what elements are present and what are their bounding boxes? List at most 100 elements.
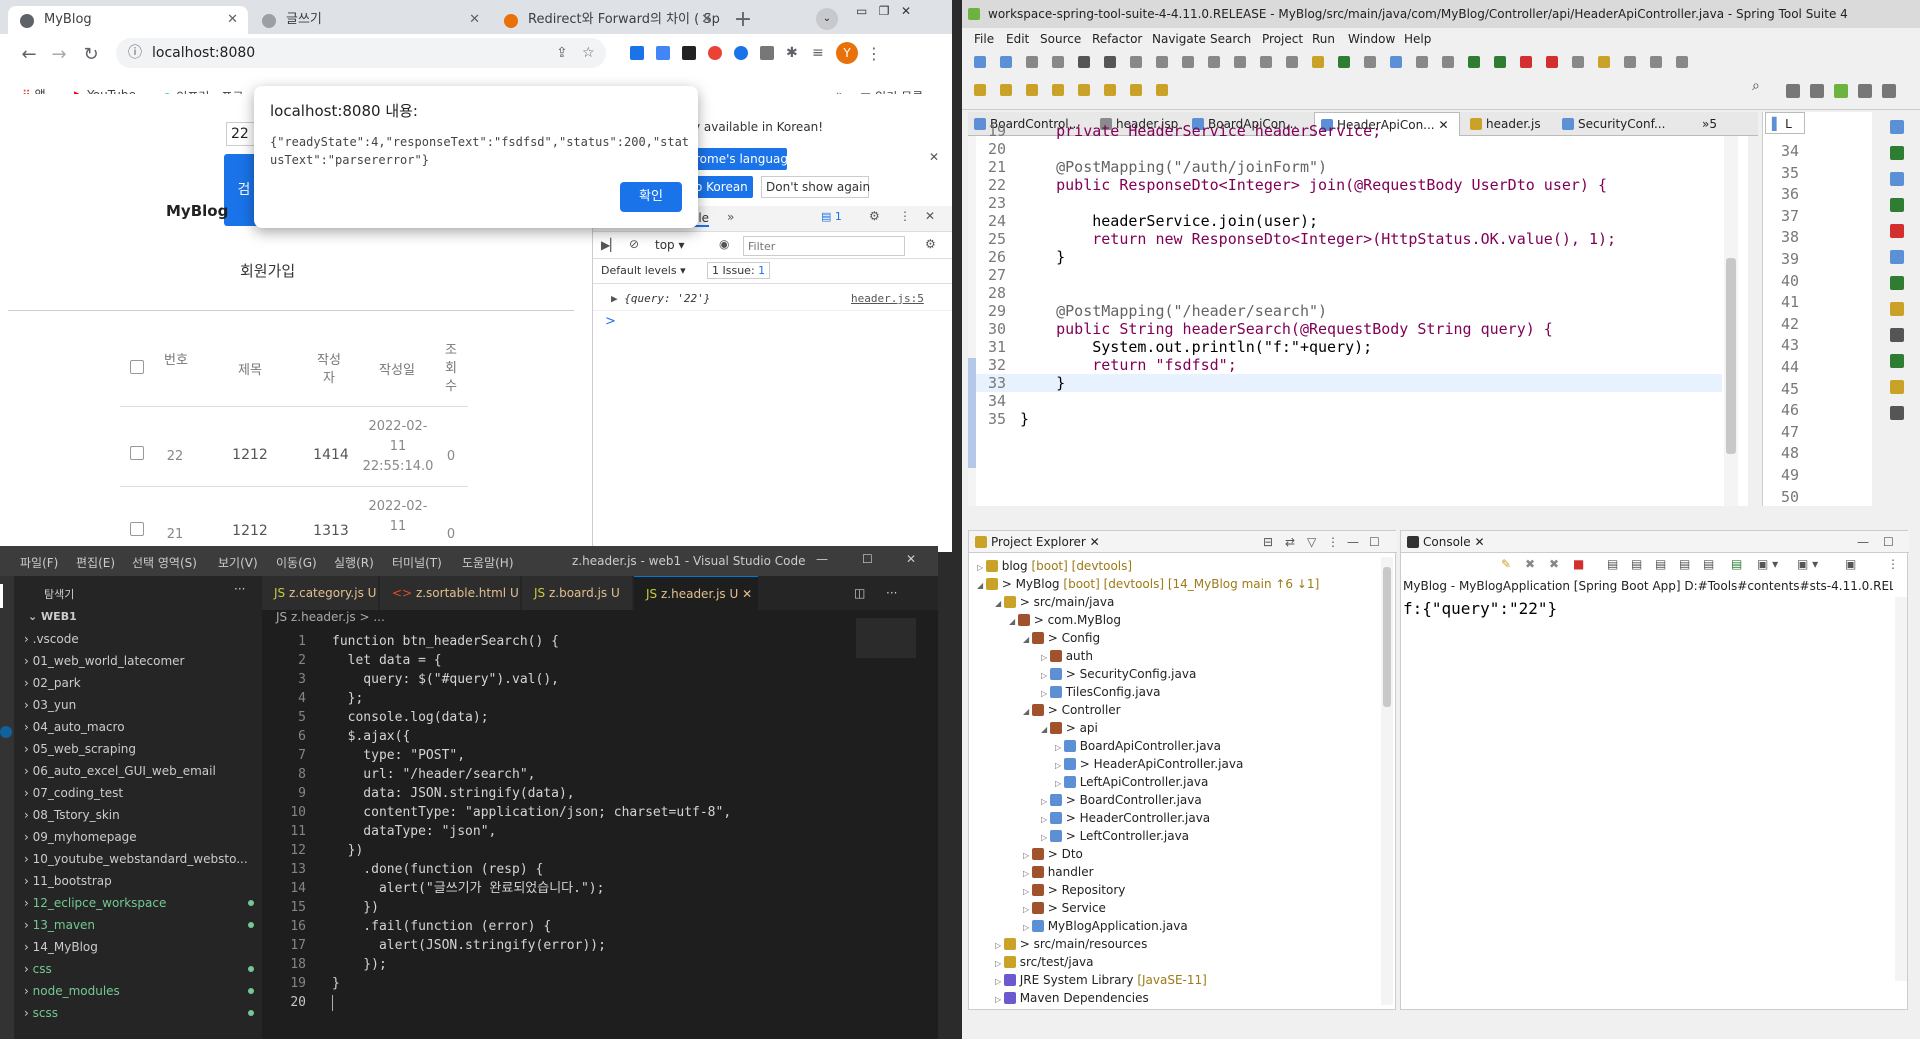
vertical-scrollbar[interactable]	[1724, 136, 1738, 506]
explorer-folder[interactable]: › scss	[24, 1002, 254, 1024]
tree-twisty-icon[interactable]: ▷	[995, 995, 1004, 1004]
code-line[interactable]: type: "POST",	[332, 746, 465, 765]
link-editor-icon[interactable]: ⇄	[1285, 531, 1295, 553]
toolbar-button-icon[interactable]	[1026, 56, 1038, 68]
kebab-menu-icon[interactable]: ⋮	[899, 209, 911, 223]
extension-badge-icon[interactable]	[0, 726, 12, 738]
tree-item[interactable]: ▷ BoardApiController.java	[1055, 737, 1221, 755]
code-line[interactable]: @PostMapping("/header/search")	[1020, 302, 1327, 320]
tree-twisty-icon[interactable]: ▷	[1023, 869, 1032, 878]
tree-twisty-icon[interactable]: ▷	[1041, 689, 1050, 698]
code-line[interactable]: })	[332, 841, 364, 860]
tree-item[interactable]: ▷ src/test/java	[995, 953, 1094, 971]
close-tab-icon[interactable]: ✕	[701, 6, 712, 34]
scrollbar-thumb[interactable]	[1383, 567, 1391, 707]
issues-badge[interactable]: ▤ 1	[821, 210, 842, 223]
puzzle-icon[interactable]: ✱	[786, 46, 800, 60]
explorer-folder[interactable]: › 11_bootstrap	[24, 870, 112, 892]
console-log-entry[interactable]: ▶ {query: '22'}	[611, 292, 710, 305]
toolbar-button-icon[interactable]	[1624, 56, 1636, 68]
tree-twisty-icon[interactable]: ▷	[995, 959, 1004, 968]
tree-item[interactable]: ◢ > src/main/java	[995, 593, 1114, 611]
toolbar-button-icon[interactable]	[1650, 56, 1662, 68]
code-line[interactable]: };	[332, 689, 364, 708]
code-editor[interactable]: JS z.header.js > ... 1 function btn_heade…	[262, 610, 938, 1039]
tree-item[interactable]: ▷ > SecurityConfig.java	[1041, 665, 1196, 683]
toolbar-button-icon[interactable]	[1494, 56, 1506, 68]
toolbar-button-icon[interactable]	[1156, 56, 1168, 68]
close-tab-icon[interactable]: ✕	[227, 6, 238, 34]
explorer-activity-icon[interactable]	[0, 584, 3, 608]
word-wrap-icon[interactable]: ▤	[1631, 557, 1642, 571]
tree-twisty-icon[interactable]: ▷	[1023, 923, 1032, 932]
tree-twisty-icon[interactable]: ◢	[1009, 617, 1018, 626]
code-line[interactable]: $.ajax({	[332, 727, 411, 746]
tab-header-js[interactable]: JS z.header.js U ✕	[634, 576, 758, 610]
maximize-view-icon[interactable]: ☐	[1369, 531, 1380, 553]
browser-tab-write[interactable]: 글쓰기 ✕	[250, 6, 490, 34]
toolbar-button-icon[interactable]	[1364, 56, 1376, 68]
tree-twisty-icon[interactable]: ▷	[1041, 833, 1050, 842]
tree-twisty-icon[interactable]: ▷	[1055, 761, 1064, 770]
code-line[interactable]: dataType: "json",	[332, 822, 496, 841]
menu-search[interactable]: Search	[1210, 28, 1251, 50]
trim-view-icon[interactable]	[1890, 198, 1904, 212]
scrollbar-thumb[interactable]	[1726, 258, 1736, 454]
toolbar-button-icon[interactable]	[1104, 56, 1116, 68]
menu-help[interactable]: Help	[1404, 28, 1431, 50]
code-line[interactable]: })	[332, 898, 379, 917]
tree-item[interactable]: ▷ MyBlogApplication.java	[1023, 917, 1188, 935]
remove-launch-icon[interactable]: ✖	[1525, 557, 1535, 571]
toolbar-button-icon[interactable]	[1572, 56, 1584, 68]
explorer-folder[interactable]: › 07_coding_test	[24, 782, 123, 804]
explorer-more-icon[interactable]: ···	[234, 582, 245, 596]
expand-arrow-icon[interactable]: ▶	[611, 292, 618, 305]
switch-language-button[interactable]: rome's language	[691, 148, 795, 170]
open-console-icon[interactable]: ▣ ▾	[1797, 557, 1818, 571]
menu-refactor[interactable]: Refactor	[1092, 28, 1142, 50]
tree-item[interactable]: ▷ > Dto	[1023, 845, 1083, 863]
toolbar-button-icon[interactable]	[1520, 56, 1532, 68]
trim-view-icon[interactable]	[1890, 302, 1904, 316]
code-line[interactable]: @PostMapping("/auth/joinForm")	[1020, 158, 1327, 176]
brand-logo[interactable]: MyBlog	[166, 202, 228, 220]
code-line[interactable]: let data = {	[332, 651, 442, 670]
row-checkbox[interactable]	[130, 446, 144, 460]
tree-scrollbar[interactable]	[1381, 557, 1393, 1005]
dont-show-again-button[interactable]: Don't show again	[761, 176, 870, 198]
toolbar-button-icon[interactable]	[1234, 56, 1246, 68]
perspective-icon[interactable]	[1810, 84, 1824, 98]
toolbar-button-icon[interactable]	[1286, 56, 1298, 68]
trim-view-icon[interactable]	[1890, 354, 1904, 368]
trim-view-icon[interactable]	[1890, 250, 1904, 264]
console-settings-icon[interactable]: ⚙	[925, 237, 936, 251]
explorer-folder[interactable]: › 02_park	[24, 672, 81, 694]
extension-icon[interactable]	[734, 46, 748, 60]
toolbar-button-icon[interactable]	[1182, 56, 1194, 68]
tab-category-js[interactable]: JS z.category.js U	[262, 576, 378, 610]
outline-tab[interactable]: ▌ L	[1765, 112, 1805, 134]
console-menu-icon[interactable]: ▣	[1845, 557, 1856, 571]
menu-edit[interactable]: Edit	[1006, 28, 1029, 50]
tree-twisty-icon[interactable]: ▷	[977, 563, 986, 572]
code-line[interactable]: }	[1020, 374, 1065, 392]
row-checkbox[interactable]	[130, 522, 144, 536]
back-icon[interactable]: ←	[16, 42, 42, 68]
tree-twisty-icon[interactable]: ◢	[1023, 707, 1032, 716]
tree-item[interactable]: ▷ > BoardController.java	[1041, 791, 1202, 809]
console-tab[interactable]: Console ✕ — ☐	[1401, 531, 1909, 553]
explorer-folder[interactable]: › css	[24, 958, 254, 980]
toolbar-button-icon[interactable]	[1676, 56, 1688, 68]
toolbar-button-icon[interactable]	[1156, 84, 1168, 96]
translate-extension-icon[interactable]	[656, 46, 670, 60]
toolbar-button-icon[interactable]	[1208, 56, 1220, 68]
code-line[interactable]: System.out.println("f:"+query);	[1020, 338, 1372, 356]
profile-avatar[interactable]: Y	[836, 42, 858, 64]
tree-item[interactable]: ▷ handler	[1023, 863, 1094, 881]
trim-view-icon[interactable]	[1890, 120, 1904, 134]
log-source-link[interactable]: header.js:5	[851, 292, 924, 305]
join-link[interactable]: 회원가입	[240, 260, 295, 281]
window-controls[interactable]: ▭ ❐ ✕	[856, 4, 946, 20]
tree-item[interactable]: ◢ > api	[1041, 719, 1098, 737]
tree-twisty-icon[interactable]: ▷	[1023, 887, 1032, 896]
